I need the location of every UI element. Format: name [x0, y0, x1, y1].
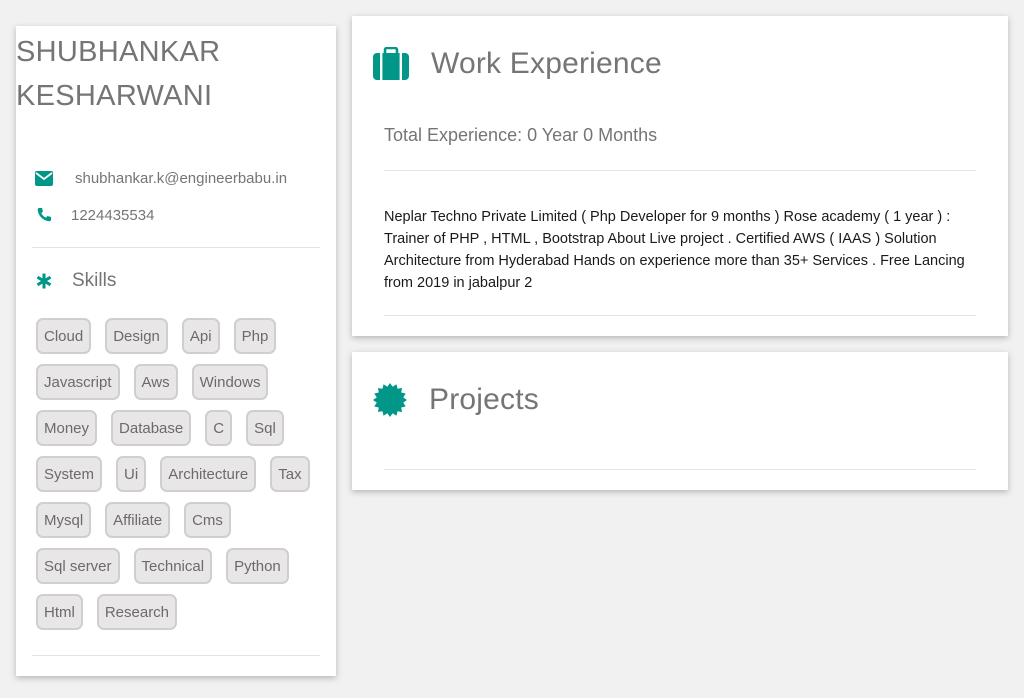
skill-tag[interactable]: Technical — [133, 548, 213, 584]
skill-tag[interactable]: Python — [226, 548, 289, 584]
email-row: shubhankar.k@engineerbabu.in — [34, 167, 287, 189]
profile-name-last: KESHARWANI — [16, 80, 213, 112]
skill-tag[interactable]: Research — [96, 594, 178, 630]
skill-tag[interactable]: Money — [36, 410, 98, 446]
projects-header: Projects — [372, 380, 539, 420]
work-experience-card: Work Experience Total Experience: 0 Year… — [352, 16, 1008, 336]
resume-page: SHUBHANKAR KESHARWANI shubhankar.k@engin… — [0, 0, 1024, 698]
phone-icon — [34, 205, 54, 225]
skills-list: Cloud Design Api Php Javascript Aws Windows Mon… — [36, 318, 326, 630]
skill-tag[interactable]: Api — [181, 318, 220, 354]
skill-tag[interactable]: Html — [36, 594, 83, 630]
skills-header: Skills — [34, 269, 116, 293]
profile-card: SHUBHANKAR KESHARWANI shubhankar.k@engin… — [16, 26, 336, 676]
contact-divider — [32, 247, 320, 248]
skill-tag[interactable]: Sql server — [36, 548, 120, 584]
work-divider-bottom — [384, 315, 976, 316]
skill-tag[interactable]: Tax — [270, 456, 310, 492]
skill-tag[interactable]: Sql — [246, 410, 284, 446]
envelope-icon — [34, 168, 54, 188]
work-divider-top — [384, 170, 976, 171]
skill-tag[interactable]: Javascript — [36, 364, 120, 400]
skill-tag[interactable]: Cloud — [36, 318, 92, 354]
asterisk-icon — [34, 271, 54, 291]
projects-divider — [384, 469, 976, 470]
projects-card: Projects — [352, 352, 1008, 490]
skill-tag[interactable]: Php — [233, 318, 277, 354]
phone-text[interactable]: 1224435534 — [71, 207, 154, 224]
email-text[interactable]: shubhankar.k@engineerbabu.in — [75, 170, 287, 187]
briefcase-icon — [372, 47, 410, 81]
skills-title: Skills — [72, 270, 117, 291]
skill-tag[interactable]: Mysql — [36, 502, 92, 538]
total-experience: Total Experience: 0 Year 0 Months — [384, 125, 658, 145]
skill-tag[interactable]: Windows — [191, 364, 269, 400]
skill-tag[interactable]: Design — [105, 318, 168, 354]
profile-name: SHUBHANKAR KESHARWANI — [16, 30, 316, 118]
skill-tag[interactable]: Cms — [184, 502, 231, 538]
certificate-icon — [372, 382, 408, 418]
profile-name-first: SHUBHANKAR — [16, 36, 221, 68]
skills-divider — [32, 655, 320, 656]
projects-title: Projects — [429, 383, 539, 416]
skill-tag[interactable]: Affiliate — [105, 502, 171, 538]
skill-tag[interactable]: Database — [111, 410, 192, 446]
skill-tag[interactable]: System — [36, 456, 103, 492]
work-experience-title: Work Experience — [431, 47, 662, 80]
skill-tag[interactable]: Aws — [133, 364, 178, 400]
skill-tag[interactable]: C — [205, 410, 233, 446]
work-description: Neplar Techno Private Limited ( Php Deve… — [384, 209, 965, 291]
phone-row: 1224435534 — [34, 204, 154, 226]
work-experience-header: Work Experience — [372, 44, 662, 84]
skill-tag[interactable]: Architecture — [160, 456, 257, 492]
skill-tag[interactable]: Ui — [116, 456, 147, 492]
